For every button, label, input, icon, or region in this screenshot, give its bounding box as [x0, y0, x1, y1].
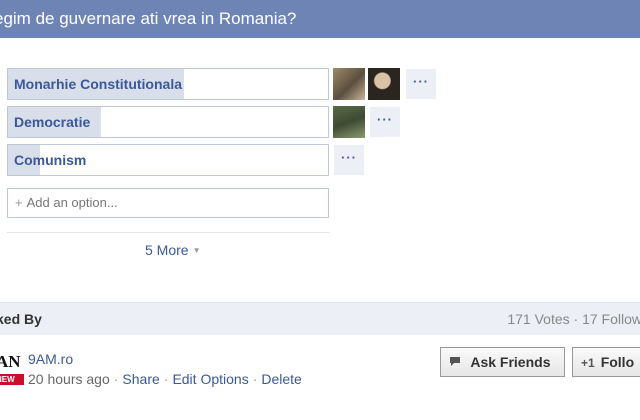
asked-by-label: ked By	[0, 311, 42, 327]
separator: ·	[113, 371, 119, 387]
option-label: Democratie	[14, 114, 91, 130]
separator: ·	[252, 371, 258, 387]
timestamp[interactable]: 20 hours ago	[28, 371, 110, 387]
option-label: Comunism	[14, 152, 87, 168]
avatar[interactable]	[333, 68, 365, 100]
ask-friends-button[interactable]: Ask Friends	[440, 347, 565, 377]
more-voters-button[interactable]: ···	[334, 145, 364, 175]
follow-button[interactable]: +1 Follo	[572, 347, 640, 377]
logo-text: AN	[0, 352, 21, 371]
share-link[interactable]: Share	[122, 371, 159, 387]
logo-subtext: NEW	[0, 374, 24, 385]
author-logo[interactable]: AN NEW	[0, 352, 24, 388]
add-option-placeholder: Add an option...	[26, 195, 118, 210]
follow-label: Follo	[600, 354, 635, 370]
separator: ·	[163, 371, 169, 387]
add-option-input[interactable]: + Add an option...	[7, 188, 329, 218]
more-options-link[interactable]: 5 More ▼	[145, 240, 201, 261]
option-bar[interactable]: Comunism	[7, 144, 329, 176]
question-title: egim de guvernare ati vrea in Romania?	[0, 0, 640, 38]
delete-link[interactable]: Delete	[261, 371, 301, 387]
caret-down-icon: ▼	[192, 246, 201, 256]
divider	[7, 232, 330, 233]
plus-icon: +	[15, 195, 23, 210]
speech-bubble-icon	[449, 356, 464, 370]
ask-friends-label: Ask Friends	[470, 354, 551, 370]
edit-options-link[interactable]: Edit Options	[172, 371, 248, 387]
votes-count: 171 Votes · 17 Follow	[507, 311, 640, 327]
option-bar[interactable]: Democratie	[7, 106, 329, 138]
more-voters-button[interactable]: ···	[370, 107, 400, 137]
asked-by-bar: ked By 171 Votes · 17 Follow	[0, 302, 640, 335]
more-options-label: 5 More	[145, 242, 189, 258]
plus-one-icon: +1	[581, 356, 595, 370]
option-bar[interactable]: Monarhie Constitutionala	[7, 68, 329, 100]
author-name[interactable]: 9AM.ro	[28, 351, 73, 367]
option-label: Monarhie Constitutionala	[14, 76, 182, 92]
avatar[interactable]	[368, 68, 400, 100]
more-voters-button[interactable]: ···	[406, 69, 436, 99]
avatar[interactable]	[333, 106, 365, 138]
post-meta: 20 hours ago · Share · Edit Options · Delete	[28, 371, 302, 387]
